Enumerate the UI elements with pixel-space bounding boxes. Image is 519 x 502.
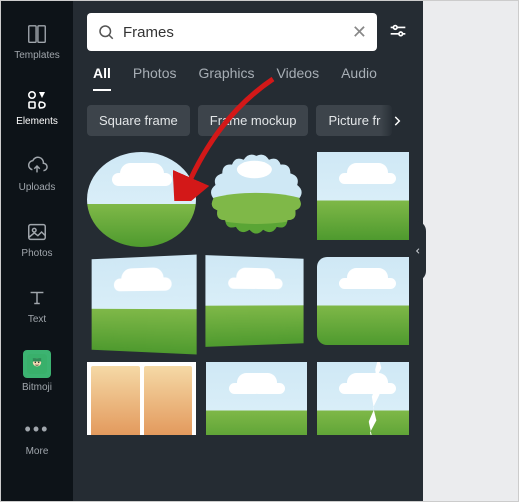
search-icon (97, 23, 115, 41)
frame-perspective-left[interactable] (87, 257, 196, 352)
rail-label: Uploads (19, 182, 56, 193)
rail-templates[interactable]: Templates (1, 9, 73, 73)
canvas-area[interactable] (423, 1, 518, 501)
elements-icon (25, 88, 49, 112)
uploads-icon (25, 154, 49, 178)
more-icon: ••• (25, 418, 49, 442)
frame-scallop[interactable] (206, 152, 307, 240)
frame-circle[interactable] (87, 152, 196, 247)
tab-videos[interactable]: Videos (277, 65, 320, 91)
search-row: ✕ (87, 13, 409, 51)
search-input[interactable] (123, 24, 344, 41)
left-rail: Templates Elements Uploads Photos Text (1, 1, 73, 501)
photos-icon (25, 220, 49, 244)
rail-label: Elements (16, 116, 58, 127)
tab-photos[interactable]: Photos (133, 65, 177, 91)
rail-text[interactable]: Text (1, 273, 73, 337)
rail-photos[interactable]: Photos (1, 207, 73, 271)
panel-collapse-handle[interactable] (410, 221, 426, 281)
text-icon (25, 286, 49, 310)
rail-label: Bitmoji (22, 382, 52, 393)
rail-label: Templates (14, 50, 60, 61)
suggestion-chips: Square frame Frame mockup Picture fr (87, 105, 409, 136)
chip[interactable]: Frame mockup (198, 105, 309, 136)
chip[interactable]: Square frame (87, 105, 190, 136)
category-tabs: All Photos Graphics Videos Audio (87, 51, 409, 91)
rail-more[interactable]: ••• More (1, 405, 73, 469)
tab-all[interactable]: All (93, 65, 111, 91)
frame-rounded[interactable] (317, 257, 409, 345)
frame-torn[interactable] (317, 362, 409, 434)
chips-scroll-right[interactable] (381, 105, 413, 136)
rail-uploads[interactable]: Uploads (1, 141, 73, 205)
bitmoji-icon (23, 350, 51, 378)
search-box[interactable]: ✕ (87, 13, 377, 51)
rail-label: More (26, 446, 49, 457)
templates-icon (25, 22, 49, 46)
clear-icon[interactable]: ✕ (352, 22, 367, 43)
filter-icon[interactable] (387, 21, 409, 43)
frame-polaroid-double[interactable] (87, 362, 196, 434)
frames-grid (87, 152, 409, 435)
rail-bitmoji[interactable]: Bitmoji (1, 339, 73, 403)
elements-panel: ✕ All Photos Graphics Videos Audio Squar… (73, 1, 423, 501)
frame-perspective-right[interactable] (206, 257, 307, 345)
tab-audio[interactable]: Audio (341, 65, 377, 91)
tab-graphics[interactable]: Graphics (198, 65, 254, 91)
frame-square[interactable] (317, 152, 409, 240)
rail-label: Text (28, 314, 46, 325)
rail-label: Photos (21, 248, 52, 259)
frame-square-2[interactable] (206, 362, 307, 434)
rail-elements[interactable]: Elements (1, 75, 73, 139)
